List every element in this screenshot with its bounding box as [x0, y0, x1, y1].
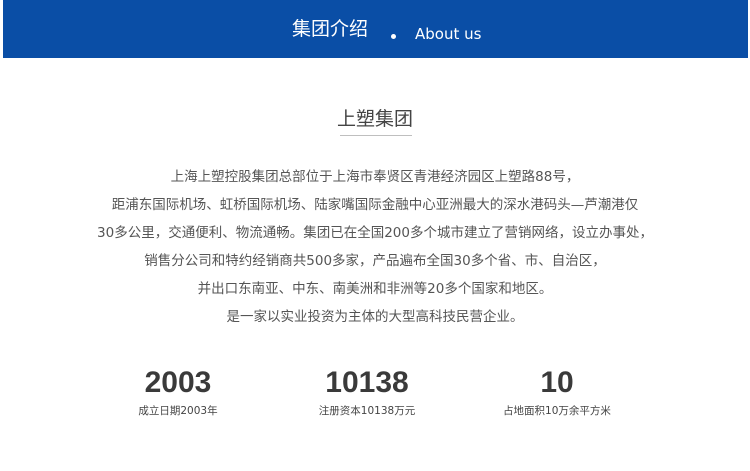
- banner-subtitle: About us: [415, 25, 482, 43]
- intro-line: 上海上塑控股集团总部位于上海市奉贤区青港经济园区上塑路88号，: [170, 169, 580, 185]
- intro-line: 并出口东南亚、中东、南美洲和非洲等20多个国家和地区。: [197, 281, 553, 297]
- about-page: 集团介绍 About us 上塑集团 上海上塑控股集团总部位于上海市奉贤区青港经…: [0, 0, 750, 471]
- stat-floor-area: 10 占地面积10万余平方米: [457, 366, 657, 419]
- stat-founded: 2003 成立日期2003年: [78, 366, 278, 419]
- stat-label: 占地面积10万余平方米: [503, 405, 611, 417]
- stat-value: 2003: [144, 366, 212, 399]
- stat-registered-capital: 10138 注册资本10138万元: [267, 366, 467, 419]
- intro-line: 距浦东国际机场、虹桥国际机场、陆家嘴国际金融中心亚洲最大的深水港码头—芦潮港仅: [111, 197, 639, 213]
- intro-line: 30多公里，交通便利、物流通畅。集团已在全国200多个城市建立了营销网络，设立办…: [97, 225, 653, 241]
- intro-line: 销售分公司和特约经销商共500多家，产品遍布全国30多个省、市、自治区，: [144, 253, 606, 269]
- title-underline: [340, 135, 412, 136]
- separator-dot-icon: [391, 34, 396, 39]
- intro-paragraph: 上海上塑控股集团总部位于上海市奉贤区青港经济园区上塑路88号， 距浦东国际机场、…: [0, 163, 750, 331]
- stat-value: 10: [540, 366, 574, 399]
- intro-line: 是一家以实业投资为主体的大型高科技民营企业。: [226, 309, 524, 325]
- section-title: 上塑集团: [336, 108, 413, 130]
- stat-label: 成立日期2003年: [138, 405, 218, 417]
- stat-value: 10138: [325, 366, 409, 399]
- banner-title: 集团介绍: [292, 18, 369, 40]
- header-banner: 集团介绍 About us: [3, 0, 748, 58]
- stat-label: 注册资本10138万元: [318, 405, 416, 417]
